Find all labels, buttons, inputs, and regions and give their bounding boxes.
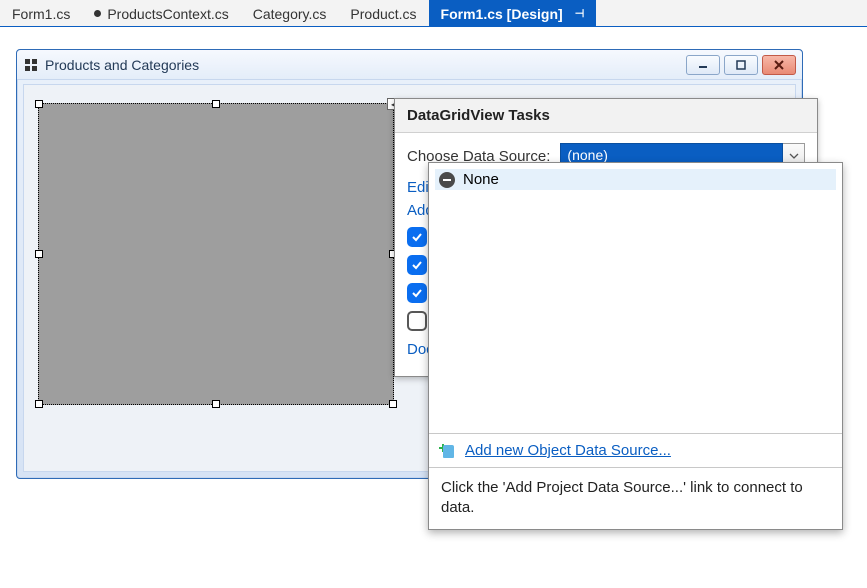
tab-form1-cs[interactable]: Form1.cs: [0, 0, 82, 26]
maximize-icon: [735, 60, 747, 70]
tab-label: Form1.cs: [12, 6, 70, 22]
add-datasource-icon: [439, 444, 457, 458]
tab-productscontext-cs[interactable]: ProductsContext.cs: [82, 0, 240, 26]
chevron-down-icon: [789, 153, 799, 159]
data-source-dropdown-panel: None Add new Object Data Source... Click…: [428, 162, 843, 530]
tab-product-cs[interactable]: Product.cs: [338, 0, 428, 26]
data-source-list[interactable]: None: [429, 163, 842, 433]
resize-handle[interactable]: [35, 400, 43, 408]
check-icon: [411, 287, 423, 299]
enable-deleting-checkbox[interactable]: [407, 283, 427, 303]
unsaved-indicator-icon: [94, 10, 101, 17]
check-icon: [411, 231, 423, 243]
enable-column-reordering-checkbox[interactable]: [407, 311, 427, 331]
add-object-data-source-link[interactable]: Add new Object Data Source...: [465, 442, 671, 459]
minimize-button[interactable]: [686, 55, 720, 75]
tab-label: Product.cs: [350, 6, 416, 22]
close-icon: [773, 60, 785, 70]
resize-handle[interactable]: [212, 400, 220, 408]
resize-handle[interactable]: [35, 250, 43, 258]
tab-form1-design[interactable]: Form1.cs [Design] ⊣: [429, 0, 597, 26]
tab-label: ProductsContext.cs: [107, 6, 228, 22]
resize-handle[interactable]: [212, 100, 220, 108]
add-data-source-row[interactable]: Add new Object Data Source...: [429, 433, 842, 467]
tab-label: Form1.cs [Design]: [441, 6, 563, 22]
tasks-panel-title: DataGridView Tasks: [395, 99, 817, 133]
minimize-icon: [697, 60, 709, 70]
form-titlebar: Products and Categories: [17, 50, 802, 80]
check-icon: [411, 259, 423, 271]
data-source-hint: Click the 'Add Project Data Source...' l…: [429, 467, 842, 529]
maximize-button[interactable]: [724, 55, 758, 75]
resize-handle[interactable]: [35, 100, 43, 108]
form-title: Products and Categories: [45, 57, 199, 73]
form-icon: [25, 59, 37, 71]
data-source-option-label: None: [463, 171, 499, 188]
enable-adding-checkbox[interactable]: [407, 227, 427, 247]
data-source-option-none[interactable]: None: [435, 169, 836, 190]
document-tab-strip: Form1.cs ProductsContext.cs Category.cs …: [0, 0, 867, 27]
tab-label: Category.cs: [253, 6, 327, 22]
enable-editing-checkbox[interactable]: [407, 255, 427, 275]
datagridview-control[interactable]: ◂: [38, 103, 394, 405]
pin-icon[interactable]: ⊣: [575, 7, 585, 20]
none-icon: [439, 172, 455, 188]
tab-category-cs[interactable]: Category.cs: [241, 0, 339, 26]
close-button[interactable]: [762, 55, 796, 75]
resize-handle[interactable]: [389, 400, 397, 408]
